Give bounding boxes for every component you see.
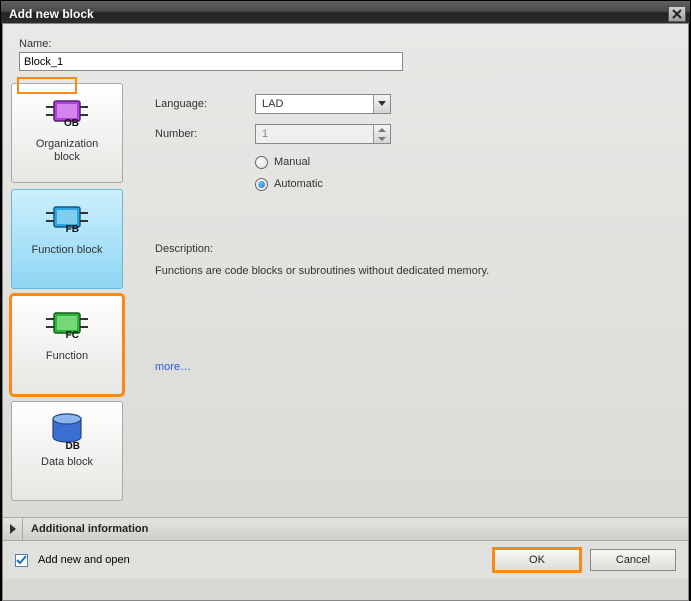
block-type-list: OB Organization block bbox=[11, 83, 129, 517]
radio-manual[interactable] bbox=[255, 156, 268, 169]
number-label: Number: bbox=[155, 128, 255, 140]
svg-text:FC: FC bbox=[66, 330, 79, 341]
add-open-label: Add new and open bbox=[38, 554, 130, 566]
ob-label: Organization block bbox=[32, 138, 102, 164]
chevron-right-icon bbox=[9, 524, 17, 534]
footer: Add new and open OK Cancel bbox=[3, 541, 688, 579]
fc-label: Function bbox=[42, 350, 92, 363]
block-card-ob[interactable]: OB Organization block bbox=[11, 83, 123, 183]
additional-info-bar: Additional information bbox=[3, 517, 688, 541]
name-row: Name: bbox=[3, 24, 688, 77]
number-value: 1 bbox=[256, 128, 373, 140]
fb-label: Function block bbox=[28, 244, 107, 257]
checkmark-icon bbox=[16, 555, 27, 566]
chevron-down-icon bbox=[373, 95, 390, 113]
description-text: Functions are code blocks or subroutines… bbox=[155, 265, 672, 277]
block-card-fb[interactable]: FB Function block bbox=[11, 189, 123, 289]
svg-text:DB: DB bbox=[66, 441, 80, 452]
number-spinner[interactable]: 1 bbox=[255, 124, 391, 144]
svg-text:OB: OB bbox=[64, 118, 79, 129]
ob-icon: OB bbox=[44, 92, 90, 134]
spinner-arrows-icon bbox=[373, 125, 390, 143]
close-icon bbox=[672, 9, 682, 19]
language-combo[interactable]: LAD bbox=[255, 94, 391, 114]
db-label: Data block bbox=[37, 456, 97, 469]
cancel-button[interactable]: Cancel bbox=[590, 549, 676, 571]
fc-icon: FC bbox=[44, 304, 90, 346]
block-card-db[interactable]: DB Data block bbox=[11, 401, 123, 501]
fb-icon: FB bbox=[44, 198, 90, 240]
svg-text:FB: FB bbox=[66, 224, 79, 235]
dialog-window: Add new block Name: bbox=[0, 0, 691, 601]
manual-label: Manual bbox=[274, 156, 310, 168]
block-card-fc[interactable]: FC Function bbox=[11, 295, 123, 395]
right-pane: Language: LAD Number: 1 bbox=[129, 83, 680, 517]
expand-button[interactable] bbox=[3, 518, 23, 540]
description-label: Description: bbox=[155, 243, 672, 255]
dialog-body: Name: OB bbox=[2, 23, 689, 601]
radio-automatic[interactable] bbox=[255, 178, 268, 191]
add-open-checkbox[interactable] bbox=[15, 554, 28, 567]
language-value: LAD bbox=[256, 98, 373, 110]
more-link[interactable]: more… bbox=[155, 361, 191, 373]
language-label: Language: bbox=[155, 98, 255, 110]
close-button[interactable] bbox=[668, 6, 686, 22]
db-icon: DB bbox=[44, 410, 90, 452]
automatic-label: Automatic bbox=[274, 178, 323, 190]
name-input[interactable] bbox=[19, 52, 403, 71]
ok-button[interactable]: OK bbox=[494, 549, 580, 571]
titlebar: Add new block bbox=[1, 1, 690, 23]
additional-info-label: Additional information bbox=[23, 523, 148, 535]
dialog-title: Add new block bbox=[9, 7, 94, 21]
name-label: Name: bbox=[19, 38, 51, 50]
